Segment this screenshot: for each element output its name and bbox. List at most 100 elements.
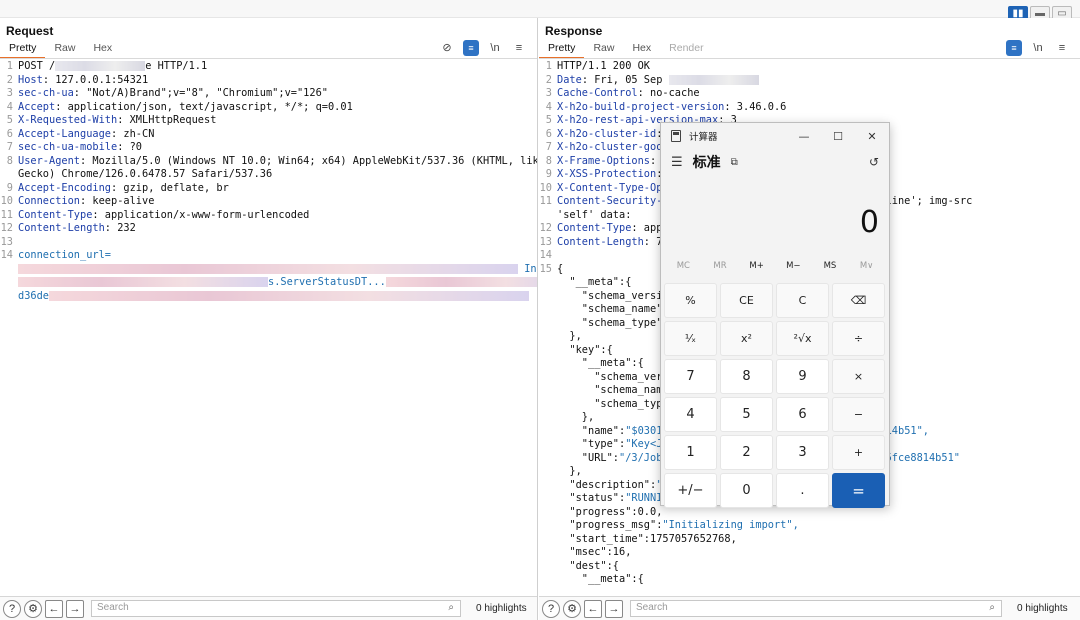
message-format-icon[interactable]: ≡: [1006, 40, 1022, 56]
back-arrow-icon[interactable]: ←: [45, 599, 63, 618]
operator-button[interactable]: ×: [832, 359, 885, 394]
forward-arrow-icon[interactable]: →: [66, 599, 84, 618]
menu-icon[interactable]: ≡: [1054, 40, 1070, 56]
calculator-app-icon: [671, 130, 681, 142]
code-text: "schema_versi: [557, 289, 663, 302]
digit-button[interactable]: +/−: [664, 473, 717, 508]
code-text: : 3.46.0.6: [724, 100, 787, 113]
line-content: X-h2o-cluster-id:: [557, 128, 662, 142]
header-name: sec-ch-ua: [18, 87, 74, 99]
forward-arrow-icon[interactable]: →: [605, 599, 623, 618]
request-editor[interactable]: 1 POST / e HTTP/1.1 2 Host: 127.0.0.1:54321 3…: [0, 60, 537, 596]
line-number: 9: [545, 168, 552, 180]
settings-gear-icon[interactable]: ⚙: [24, 599, 42, 618]
line-content: "schema_versi: [557, 289, 663, 304]
calculator-titlebar[interactable]: 计算器 — ☐ ✕: [661, 123, 889, 149]
code-text: "type":: [557, 438, 626, 450]
newline-icon[interactable]: \n: [487, 40, 503, 56]
maximize-icon[interactable]: ☐: [821, 130, 855, 143]
memory-button[interactable]: MC: [665, 261, 701, 271]
code-line: "start_time":1757057652768,: [539, 533, 1080, 547]
close-icon[interactable]: ✕: [855, 130, 889, 143]
line-content: Content-Length: 7: [557, 236, 662, 250]
code-text: : gzip, deflate, br: [111, 181, 229, 194]
digit-button[interactable]: 2: [720, 435, 773, 470]
line-number: 11: [0, 208, 13, 221]
equals-button[interactable]: =: [832, 473, 885, 508]
digit-button[interactable]: 7: [664, 359, 717, 394]
tab-pretty[interactable]: Pretty: [539, 40, 585, 59]
digit-button[interactable]: 4: [664, 397, 717, 432]
tab-raw[interactable]: Raw: [584, 40, 623, 59]
hamburger-menu-icon[interactable]: ☰: [671, 155, 683, 170]
code-line: 12 Content-Length: 232: [0, 222, 537, 236]
code-line: "progress_msg":"Initializing import",: [539, 519, 1080, 533]
code-text: "progress_msg":: [557, 519, 663, 531]
operator-button[interactable]: ⌫: [832, 283, 885, 318]
digit-button[interactable]: 9: [776, 359, 829, 394]
code-text: "key":{: [557, 343, 613, 356]
memory-button[interactable]: MR: [702, 261, 738, 271]
back-arrow-icon[interactable]: ←: [584, 599, 602, 618]
tab-render[interactable]: Render: [660, 40, 712, 59]
line-content: HTTP/1.1 200 OK: [557, 60, 650, 74]
digit-button[interactable]: 8: [720, 359, 773, 394]
line-content: X-XSS-Protection:: [557, 168, 662, 182]
request-search-input[interactable]: Search ⌕: [91, 600, 461, 617]
operator-button[interactable]: x²: [720, 321, 773, 356]
digit-button[interactable]: 0: [720, 473, 773, 508]
request-footer: ? ⚙ ← → Search ⌕ 0 highlights: [0, 596, 537, 620]
tab-raw[interactable]: Raw: [45, 40, 84, 59]
help-icon[interactable]: ?: [542, 599, 560, 618]
header-name: Accept: [18, 100, 56, 113]
tab-pretty[interactable]: Pretty: [0, 40, 46, 59]
tab-hex[interactable]: Hex: [623, 40, 660, 59]
keep-on-top-icon[interactable]: ⧉: [731, 157, 738, 168]
operator-button[interactable]: ²√x: [776, 321, 829, 356]
operator-button[interactable]: ¹⁄ₓ: [664, 321, 717, 356]
calculator-display: 0: [859, 205, 879, 240]
digit-button[interactable]: 1: [664, 435, 717, 470]
menu-icon[interactable]: ≡: [511, 40, 527, 56]
memory-button[interactable]: M−: [775, 261, 811, 271]
line-content: "dest":{: [557, 560, 619, 574]
response-search-input[interactable]: Search ⌕: [630, 600, 1002, 617]
memory-button[interactable]: M+: [739, 261, 775, 271]
header-name: Content-Type: [557, 222, 632, 234]
highlights-count: 0 highlights: [1017, 603, 1068, 614]
history-icon[interactable]: ↺: [869, 155, 879, 169]
calculator-keypad: % CE C ⌫ ¹⁄ₓ x² ²√x ÷ 7 8 9 × 4 5 6− 1 2 3 + +/− 0. =: [661, 279, 889, 508]
code-text: : 127.0.0.1:54321: [42, 73, 149, 86]
minimize-icon[interactable]: —: [787, 130, 821, 143]
newline-icon[interactable]: \n: [1030, 40, 1046, 56]
settings-gear-icon[interactable]: ⚙: [563, 599, 581, 618]
line-content: "description":": [557, 479, 662, 493]
operator-button[interactable]: ÷: [832, 321, 885, 356]
message-format-icon[interactable]: ≡: [463, 40, 479, 56]
header-name: X-Requested-With: [18, 114, 118, 126]
line-number: 13: [539, 235, 552, 248]
memory-button[interactable]: MS: [812, 261, 848, 271]
memory-button[interactable]: M∨: [849, 261, 885, 271]
operator-button[interactable]: %: [664, 283, 717, 318]
line-content: },: [557, 330, 581, 344]
line-number: 4: [545, 100, 552, 113]
digit-button[interactable]: 3: [776, 435, 829, 470]
header-name: Cache-Control: [557, 87, 638, 99]
tab-hex[interactable]: Hex: [84, 40, 121, 59]
operator-button[interactable]: −: [832, 397, 885, 432]
digit-button[interactable]: 6: [776, 397, 829, 432]
digit-button[interactable]: 5: [720, 397, 773, 432]
operator-button[interactable]: C: [776, 283, 829, 318]
line-number: [539, 546, 557, 560]
line-content: "__meta":{: [557, 573, 644, 587]
code-text: "name":: [557, 424, 626, 437]
request-title: Request: [6, 24, 54, 38]
calculator-window[interactable]: 计算器 — ☐ ✕ ☰ 标准 ⧉ ↺ 0 MC MR M+ M− MS M∨ % CE C ⌫ ¹…: [660, 122, 890, 508]
operator-button[interactable]: +: [832, 435, 885, 470]
line-content: "key":{: [557, 343, 613, 358]
operator-button[interactable]: CE: [720, 283, 773, 318]
digit-button[interactable]: .: [776, 473, 829, 508]
help-icon[interactable]: ?: [3, 599, 21, 618]
hide-icon[interactable]: ⊘: [439, 40, 455, 56]
